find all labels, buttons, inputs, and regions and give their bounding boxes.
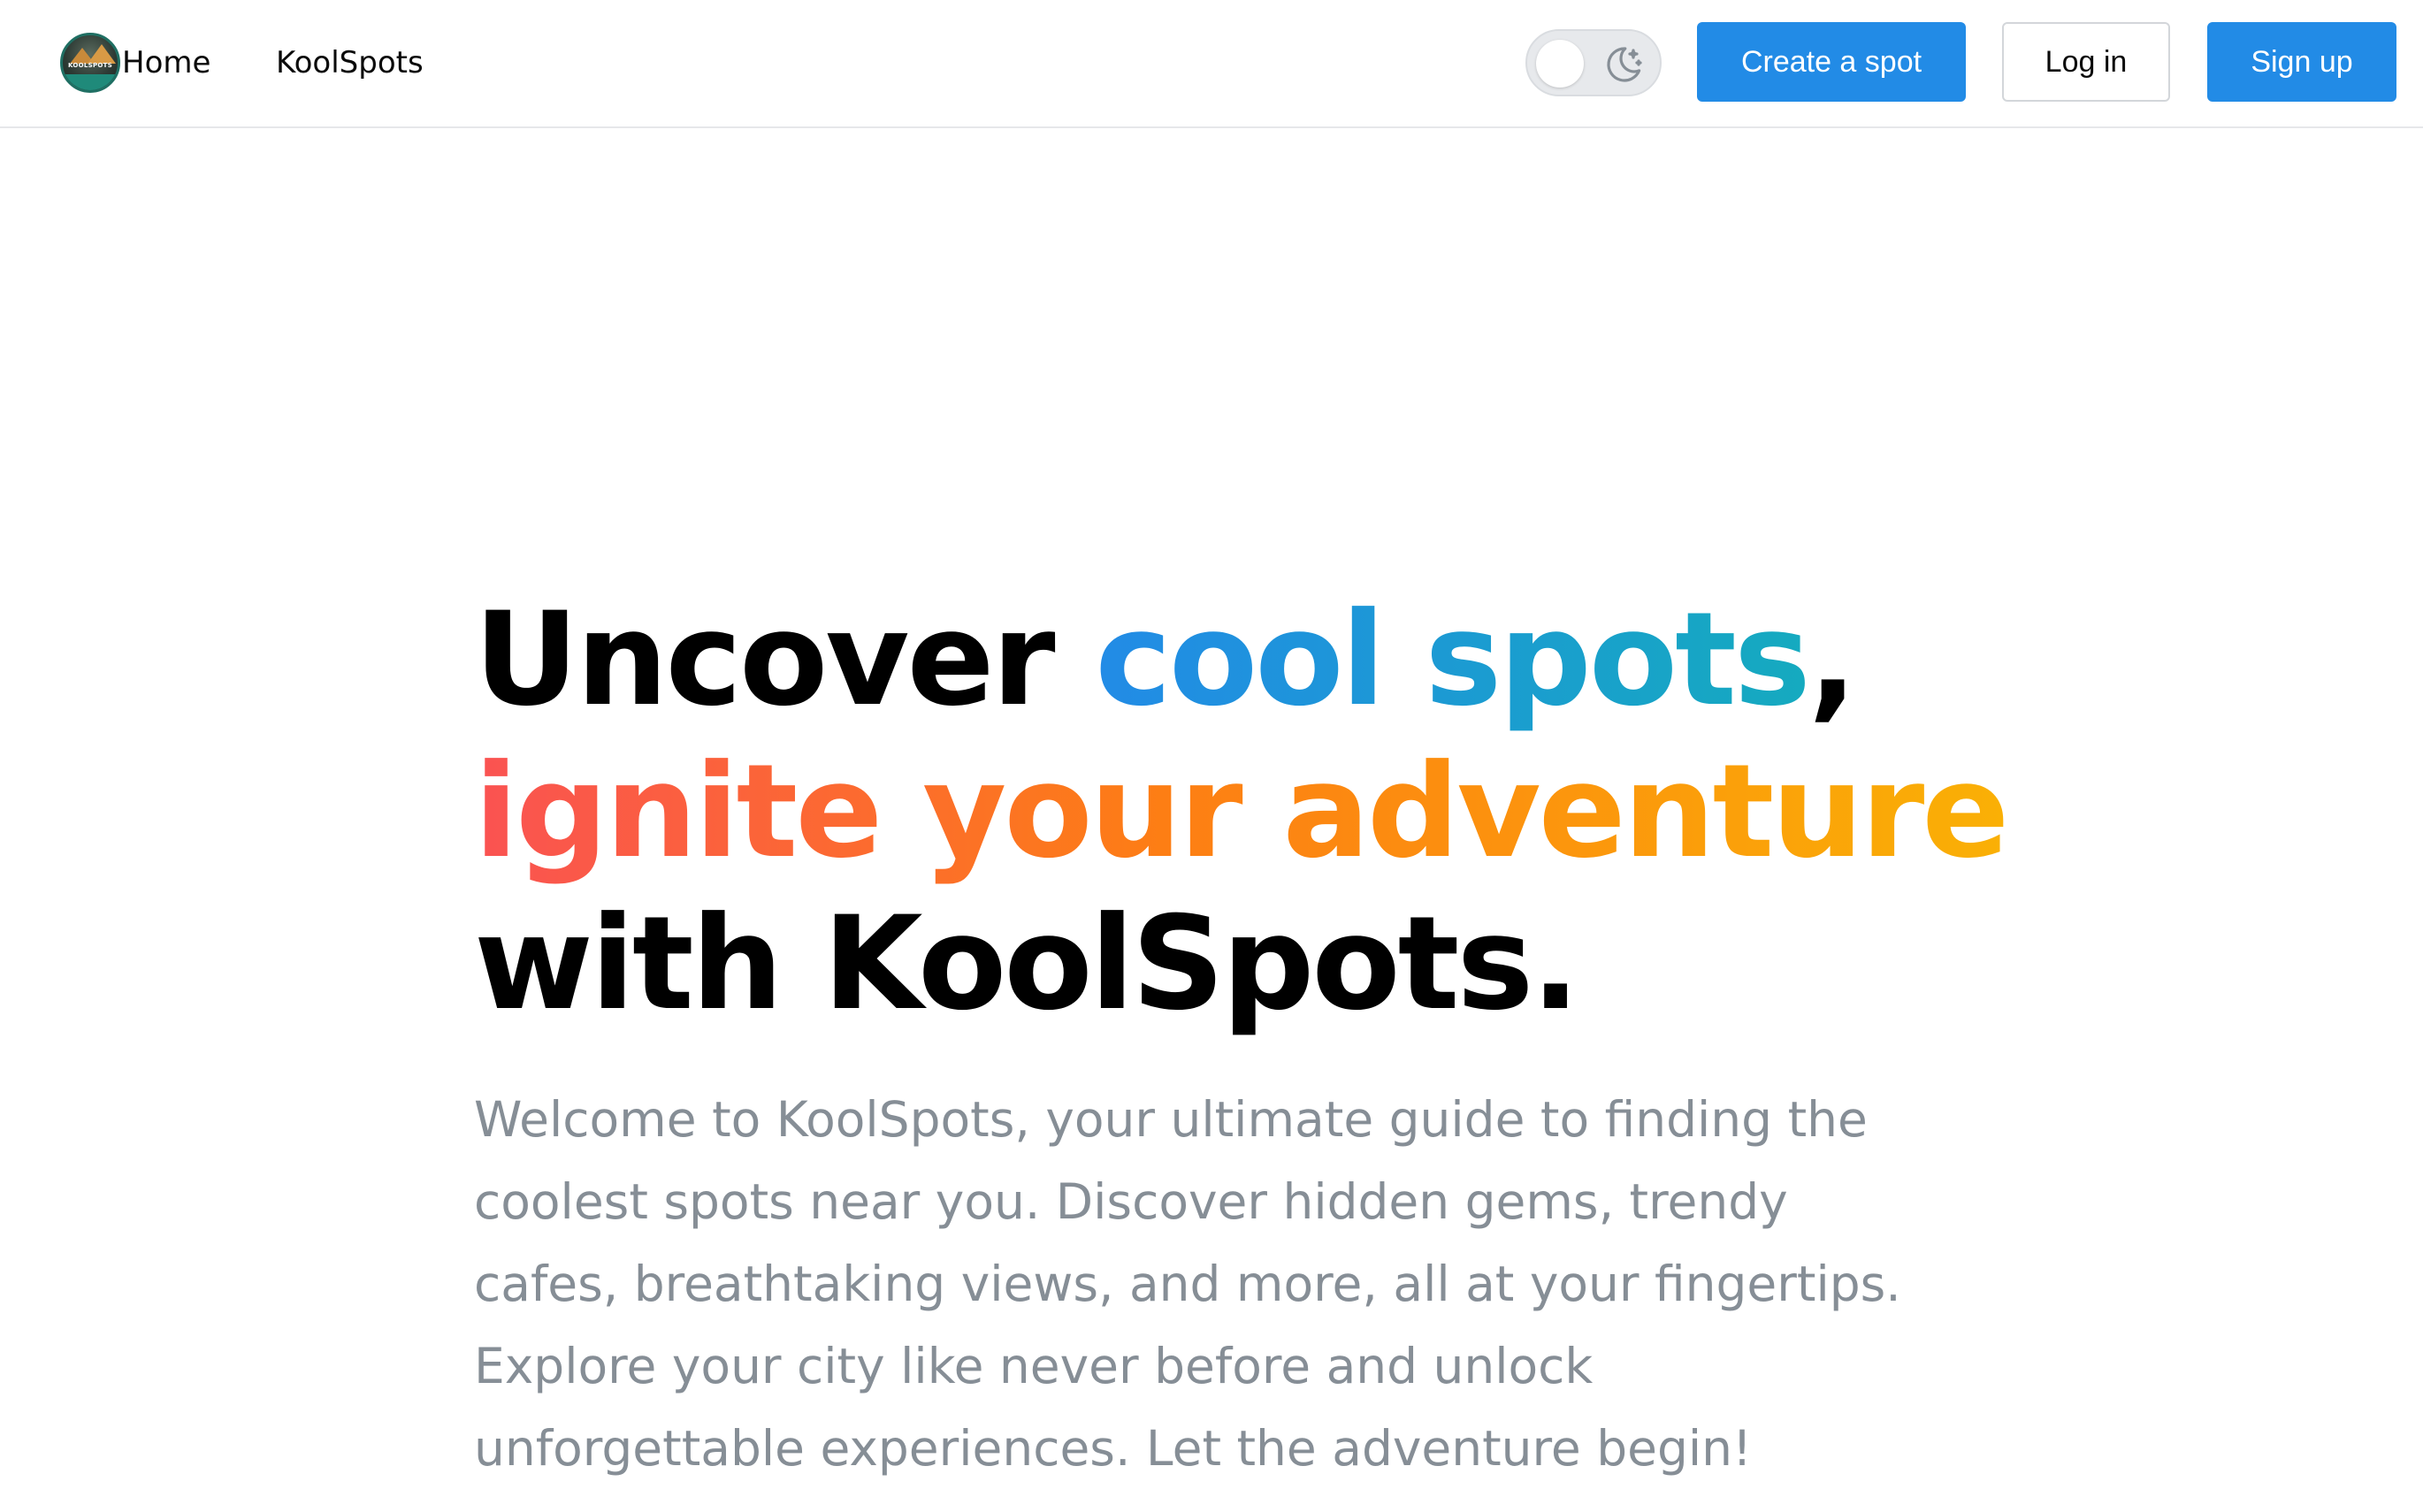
hero-description: Welcome to KoolSpots, your ultimate guid… [474,1091,1901,1477]
nav-link-koolspots[interactable]: KoolSpots [276,44,424,81]
hero-title-text: Uncover [474,584,1096,735]
theme-toggle[interactable] [1525,29,1662,96]
logo-mountain-right [88,44,116,64]
hero-title-highlight-orange: ignite your adventure [474,737,2009,887]
theme-toggle-knob [1536,40,1584,88]
hero-title-comma: , [1808,584,1857,735]
hero-title-line-2: ignite your adventure [474,736,2066,888]
hero-title-highlight-blue: cool spots [1095,584,1810,735]
create-spot-button[interactable]: Create a spot [1697,22,1966,102]
moon-stars-icon [1607,47,1642,82]
signup-button[interactable]: Sign up [2207,22,2396,102]
koolspots-logo[interactable]: KOOLSPOTS [60,33,120,93]
hero-title-line-3: with KoolSpots. [474,889,1580,1039]
logo-water [63,74,118,90]
nav-link-home[interactable]: Home [122,44,210,81]
login-button[interactable]: Log in [2002,22,2170,102]
hero-section: Uncover cool spots, ignite your adventur… [474,584,2066,1490]
logo-text: KOOLSPOTS [67,62,113,69]
hero-title-line-1: Uncover cool spots, [474,584,2066,736]
navbar: KOOLSPOTS Home KoolSpots Create a spot L… [0,0,2423,128]
hero-title: Uncover cool spots, ignite your adventur… [474,584,2066,1040]
